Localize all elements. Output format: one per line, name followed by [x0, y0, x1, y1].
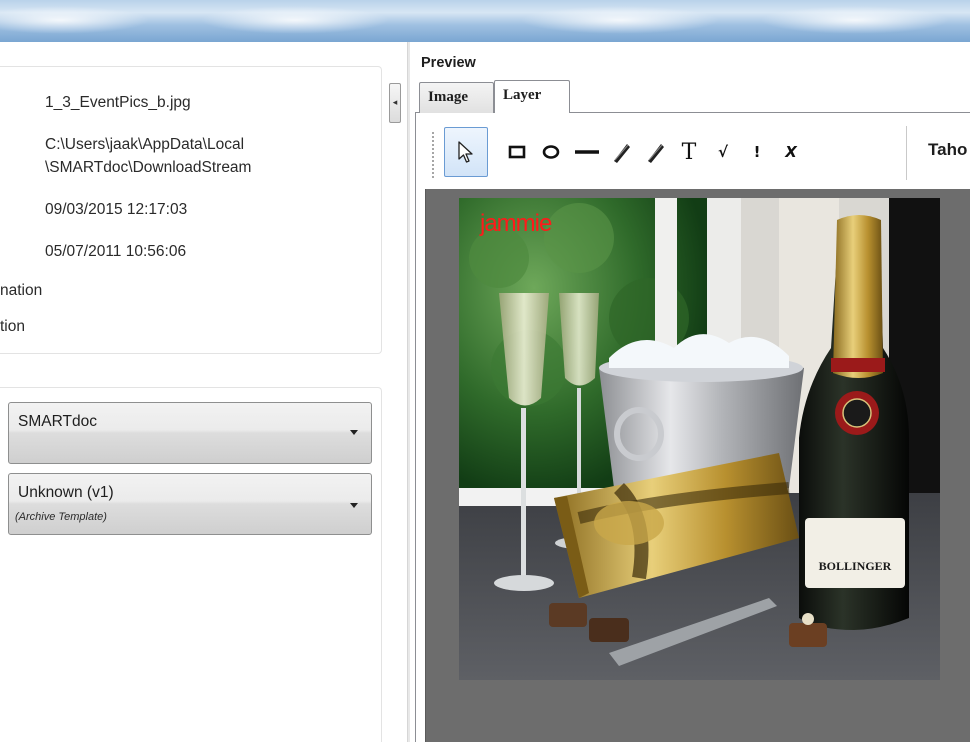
ellipse-icon: [542, 145, 560, 159]
layer-toolbar: T √ ! X Taho: [432, 124, 970, 184]
ellipse-tool-button[interactable]: [534, 124, 568, 180]
cross-tool-button[interactable]: X: [774, 124, 808, 180]
preview-image: BOLLINGER: [459, 198, 940, 680]
layer-annotation-text[interactable]: jammie: [480, 210, 552, 238]
window-title-bar: [0, 0, 970, 42]
preview-heading: Preview: [421, 55, 476, 71]
toolbar-separator: [906, 126, 908, 180]
archive-location-value: SMARTdoc: [18, 413, 97, 430]
title-bar-glow: [200, 6, 390, 34]
line-tool-button[interactable]: [570, 124, 604, 180]
title-bar-glow: [760, 6, 950, 34]
champagne-photo: BOLLINGER: [459, 198, 940, 680]
archive-location-dropdown[interactable]: SMARTdoc: [8, 402, 372, 464]
file-path-line-2: \SMARTdoc\DownloadStream: [45, 159, 252, 176]
text-tool-button[interactable]: T: [672, 124, 706, 180]
highlighter-icon: [648, 144, 664, 163]
tab-layer[interactable]: Layer: [494, 80, 570, 113]
date-modified-value: 05/07/2011 10:56:06: [45, 243, 187, 260]
check-tool-button[interactable]: √: [706, 124, 740, 180]
collapse-pane-button[interactable]: ◂: [389, 83, 401, 123]
rectangle-icon: [508, 145, 526, 159]
chevron-down-icon: [350, 503, 358, 508]
exclamation-tool-button[interactable]: !: [740, 124, 774, 180]
file-path-line-1: C:\Users\jaak\AppData\Local: [45, 136, 245, 153]
select-tool-button[interactable]: [444, 127, 488, 177]
tab-image[interactable]: Image: [419, 82, 494, 113]
toolbar-grip[interactable]: [432, 132, 436, 178]
line-icon: [575, 150, 599, 154]
font-name-selector[interactable]: Taho: [928, 140, 967, 160]
document-properties-pane: 1_3_EventPics_b.jpg C:\Users\jaak\AppDat…: [0, 42, 400, 742]
archive-template-dropdown[interactable]: Unknown (v1) (Archive Template): [8, 473, 372, 535]
pointer-arrow-icon: [458, 141, 473, 163]
archive-template-subtitle: (Archive Template): [15, 511, 107, 523]
file-name-value: 1_3_EventPics_b.jpg: [45, 94, 191, 111]
pen-icon: [614, 144, 630, 163]
information-label: nation: [0, 282, 43, 299]
archive-template-value: Unknown (v1): [18, 484, 114, 501]
chevron-down-icon: [350, 430, 358, 435]
date-created-value: 09/03/2015 12:17:03: [45, 201, 188, 218]
highlighter-tool-button[interactable]: [638, 124, 672, 180]
bottle-label-text: BOLLINGER: [819, 559, 892, 573]
rectangle-tool-button[interactable]: [500, 124, 534, 180]
pen-tool-button[interactable]: [604, 124, 638, 180]
title-bar-glow: [0, 6, 150, 34]
description-label: tion: [0, 318, 25, 335]
title-bar-glow: [520, 6, 720, 34]
pane-splitter[interactable]: [407, 42, 410, 742]
